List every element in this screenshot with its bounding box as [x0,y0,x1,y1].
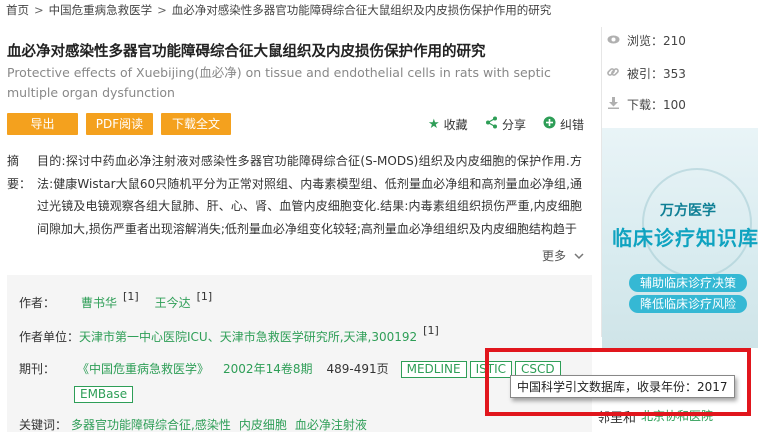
ad-headline: 临床诊疗知识库 [612,226,758,250]
journal-row: 期刊： 《中国危重病急救医学》 2002年14卷8期 489-491页 MEDLINE I… [19,360,564,378]
share-icon [485,116,498,133]
keyword-link[interactable]: 多器官功能障碍综合征,感染性 [71,418,231,432]
share-label: 分享 [502,118,527,132]
issue-link[interactable]: 2002年14卷8期 [223,362,312,376]
breadcrumb-journal[interactable]: 中国危重病急救医学 [49,3,153,17]
downloads-label: 下载： [627,98,664,112]
views-value: 210 [663,33,686,48]
views-label: 浏览： [627,34,664,48]
author-sup: [1] [123,290,139,303]
correct-label: 纠错 [560,118,585,132]
plus-circle-icon [543,116,556,133]
article-title-en: Protective effects of Xuebijing(血必净) on … [7,65,551,100]
star-icon: ★ [428,117,440,132]
export-button[interactable]: 导出 [7,113,78,135]
abstract-text: 目的:探讨中药血必净注射液对感染性多器官功能障碍综合征(S-MODS)组织及内皮… [37,154,582,236]
journal-label: 期刊： [19,362,56,376]
ad-pill: 降低临床诊疗风险 [629,295,747,313]
author-row: 作者： 曹书华 [1] 王今达 [1] [19,290,228,311]
article-title: 血必净对感染性多器官功能障碍综合征大鼠组织及内皮损伤保护作用的研究 [7,44,486,60]
keyword-link[interactable]: 血必净注射液 [295,418,367,432]
pages: 489-491页 [326,362,389,376]
downloads-value: 100 [663,97,686,112]
unit-link[interactable]: 天津市第一中心医院ICU、天津市急救医学研究所,天津,300192 [79,330,417,344]
favorite-label: 收藏 [443,118,468,132]
cscd-tooltip: 中国科学引文数据库，收录年份：2017 [510,375,735,398]
breadcrumb-home[interactable]: 首页 [6,3,29,17]
ad-brand: 万方医学 [660,203,716,219]
downloads-stat: 下载： 100 [607,96,686,113]
cited-label: 被引： [627,67,664,81]
favorite-button[interactable]: ★ 收藏 [428,116,468,133]
download-icon [607,97,619,112]
tag-istic[interactable]: ISTIC [469,361,512,378]
keywords-row: 关键词： 多器官功能障碍综合征,感染性 内皮细胞 血必净注射液 [19,416,367,432]
article-meta: 作者： 曹书华 [1] 王今达 [1] 作者单位：天津市第一中心医院ICU、天津市急救医… [7,275,592,432]
tag-medline[interactable]: MEDLINE [400,361,467,378]
pdf-read-button[interactable]: PDF阅读 [86,113,153,135]
author-label: 作者： [19,296,56,310]
breadcrumb-separator: > [34,3,44,17]
eye-icon [607,34,620,47]
more-button[interactable]: 更多 [542,247,584,264]
keyword-link[interactable]: 内皮细胞 [239,418,287,432]
chevron-down-icon [570,249,584,263]
related-link[interactable]: 北京协和医院 [641,407,713,424]
tag-embase[interactable]: EMBase [74,386,134,403]
author-link[interactable]: 王今达 [155,296,191,310]
download-fulltext-button[interactable]: 下载全文 [161,113,231,135]
share-button[interactable]: 分享 [485,116,526,133]
ad-pill: 辅助临床诊疗决策 [629,274,747,292]
author-link[interactable]: 曹书华 [81,296,117,310]
breadcrumb-separator: > [157,3,167,17]
keywords-label: 关键词： [19,418,68,432]
abstract-label: 摘要： [7,154,32,191]
views-stat: 浏览： 210 [607,32,686,49]
breadcrumb: 首页 > 中国危重病急救医学 > 血必净对感染性多器官功能障碍综合征大鼠组织及内皮损伤保… [6,2,551,18]
related-label: 邻里和 [597,411,637,426]
link-icon [607,66,619,81]
journal-link[interactable]: 《中国危重病急救医学》 [83,362,209,376]
correct-button[interactable]: 纠错 [543,116,584,133]
cited-value: 353 [663,66,686,81]
ad-banner[interactable]: 万方医学 临床诊疗知识库 辅助临床诊疗决策 降低临床诊疗风险 [602,128,758,348]
author-sup: [1] [196,290,213,303]
unit-row: 作者单位：天津市第一中心医院ICU、天津市急救医学研究所,天津,300192 [1… [19,324,455,345]
abstract: 摘要： 目的:探讨中药血必净注射液对感染性多器官功能障碍综合征(S-MODS)组… [7,150,582,240]
cited-stat: 被引： 353 [607,65,686,82]
breadcrumb-article[interactable]: 血必净对感染性多器官功能障碍综合征大鼠组织及内皮损伤保护作用的研究 [172,3,552,17]
unit-label: 作者单位： [19,330,80,344]
more-label: 更多 [542,249,567,263]
unit-sup: [1] [423,324,439,337]
